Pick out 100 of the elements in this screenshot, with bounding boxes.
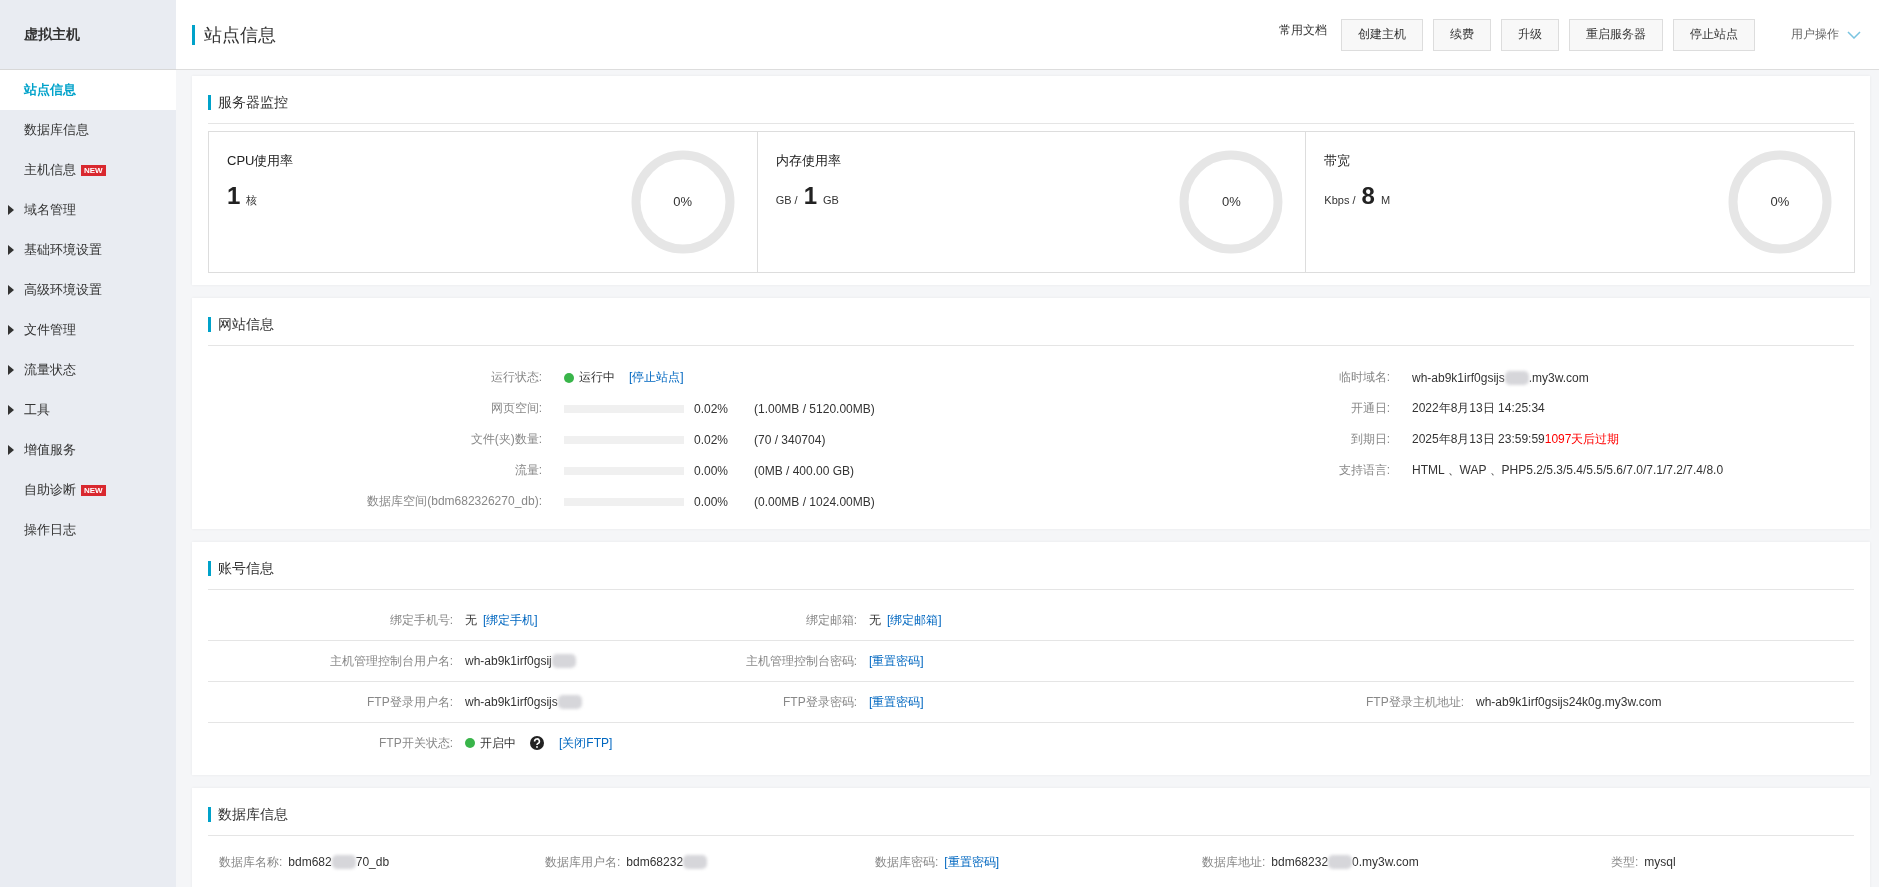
new-badge: NEW: [81, 164, 106, 176]
field-label: FTP开关状态:: [378, 734, 453, 752]
value-text: mysql: [1644, 855, 1676, 869]
usage-detail: (1.00MB / 5120.00MB): [754, 401, 875, 416]
usage-percent: 0.02%: [694, 401, 730, 416]
field-label: 主机管理控制台密码:: [744, 652, 857, 670]
metric-value: 1: [227, 182, 241, 210]
gauge-reading: 0%: [1769, 194, 1791, 209]
value-text: wh-ab9k1irf0gsijs24k0g.my3w.com: [1476, 695, 1662, 709]
section-title: 数据库信息: [208, 807, 288, 822]
redaction-blur: [1328, 855, 1353, 869]
caret-icon: [7, 205, 15, 215]
sidebar-item[interactable]: 流量状态: [0, 350, 176, 390]
sidebar-item[interactable]: 操作日志: [0, 510, 176, 550]
field-label: 文件(夹)数量:: [469, 431, 542, 448]
field-label: 数据库空间(bdm682326270_db):: [366, 493, 542, 510]
sidebar-item[interactable]: 主机信息 NEW: [0, 150, 176, 190]
caret-icon: [7, 245, 15, 255]
link[interactable]: [绑定邮箱]: [887, 611, 942, 629]
usage-percent: 0.00%: [694, 494, 730, 509]
value-text: HTML 、WAP 、PHP5.2/5.3/5.4/5.5/5.6/7.0/7.1/7.2/7.4/8.0: [1412, 462, 1724, 479]
redaction-blur: [1504, 370, 1529, 385]
field-label: FTP登录用户名:: [366, 693, 453, 711]
redaction-blur: [683, 855, 708, 869]
link[interactable]: [重置密码]: [869, 652, 924, 670]
usage-percent: 0.02%: [694, 432, 730, 447]
sidebar-item[interactable]: 高级环境设置: [0, 270, 176, 310]
field-label: 类型:: [1611, 853, 1639, 871]
field-label: 数据库名称:: [219, 853, 283, 871]
metric-value: 1: [803, 182, 818, 210]
field-label: 绑定邮箱:: [804, 611, 857, 629]
metric-unit: 核: [246, 193, 258, 208]
sidebar-item[interactable]: 数据库信息: [0, 110, 176, 150]
value-text: 70_db: [355, 855, 390, 869]
sidebar-item[interactable]: 文件管理: [0, 310, 176, 350]
metric-value: 8: [1361, 182, 1375, 210]
sidebar-item[interactable]: 增值服务: [0, 430, 176, 470]
field-label: 主机管理控制台用户名:: [328, 652, 453, 670]
new-badge: NEW: [81, 484, 106, 496]
sidebar-item[interactable]: 自助诊断 NEW: [0, 470, 176, 510]
redaction-blur: [557, 695, 582, 709]
caret-icon: [7, 325, 15, 335]
header-button[interactable]: 重启服务器: [1569, 18, 1663, 51]
metric-unit: Kbps /: [1324, 194, 1356, 206]
field-label: 网页空间:: [489, 400, 542, 417]
header-button[interactable]: 停止站点: [1673, 18, 1755, 51]
metric-unit: GB: [823, 194, 839, 206]
status-text: 运行中: [579, 369, 615, 386]
metric-unit: GB /: [775, 194, 798, 206]
gauge-reading: 0%: [672, 194, 694, 209]
sidebar-item[interactable]: 基础环境设置: [0, 230, 176, 270]
metric-label: CPU使用率: [227, 152, 294, 170]
sidebar-item[interactable]: 工具: [0, 390, 176, 430]
value-text: 2022年8月13日 14:25:34: [1412, 400, 1545, 417]
link[interactable]: [重置密码]: [944, 853, 999, 871]
field-label: 流量:: [513, 462, 542, 479]
header-button[interactable]: 升级: [1501, 18, 1559, 51]
metric-label: 带宽: [1324, 152, 1352, 170]
value-text: 2025年8月13日 23:59:59: [1412, 431, 1545, 448]
field-label: 数据库密码:: [875, 853, 939, 871]
value-text: 无: [869, 611, 881, 629]
header-button[interactable]: 续费: [1433, 18, 1491, 51]
caret-icon: [7, 445, 15, 455]
docs-link[interactable]: 常用文档: [1279, 22, 1327, 39]
field-label: 运行状态:: [489, 369, 542, 386]
section-title: 网站信息: [208, 317, 274, 332]
value-text: wh-ab9k1irf0gsijs: [465, 695, 558, 709]
field-label: 到期日:: [1349, 431, 1390, 448]
field-label: 临时域名:: [1337, 369, 1390, 386]
field-label: 数据库地址:: [1202, 853, 1266, 871]
field-label: FTP登录主机地址:: [1365, 693, 1464, 711]
expiry-warning: 1097天后过期: [1544, 431, 1620, 448]
field-label: 数据库用户名:: [545, 853, 621, 871]
value-text: 开启中: [480, 734, 516, 752]
header-button[interactable]: 创建主机: [1341, 18, 1423, 51]
metric-label: 内存使用率: [775, 152, 841, 170]
link[interactable]: [关闭FTP]: [559, 734, 613, 752]
link[interactable]: [重置密码]: [869, 693, 924, 711]
value-text: bdm68232: [626, 855, 684, 869]
redaction-blur: [331, 855, 356, 869]
help-icon: [530, 736, 544, 750]
sidebar-item[interactable]: 域名管理: [0, 190, 176, 230]
user-menu[interactable]: 用户操作: [1791, 26, 1861, 43]
value-text: bdm68232: [1271, 855, 1329, 869]
usage-detail: (0MB / 400.00 GB): [754, 463, 855, 478]
usage-detail: (0.00MB / 1024.00MB): [754, 494, 875, 509]
usage-percent: 0.00%: [694, 463, 730, 478]
section-title: 服务器监控: [208, 95, 288, 110]
caret-icon: [7, 405, 15, 415]
chevron-down-icon: [1847, 30, 1861, 39]
field-label: 开通日:: [1349, 400, 1390, 417]
value-text: wh-ab9k1irf0gsijs: [1412, 370, 1505, 385]
caret-icon: [7, 365, 15, 375]
gauge-reading: 0%: [1220, 194, 1242, 209]
value-text: 0.my3w.com: [1352, 855, 1419, 869]
link[interactable]: [绑定手机]: [483, 611, 538, 629]
caret-icon: [7, 285, 15, 295]
usage-detail: (70 / 340704): [754, 432, 826, 447]
stop-site-link[interactable]: [停止站点]: [629, 369, 684, 386]
field-label: 绑定手机号:: [388, 611, 453, 629]
